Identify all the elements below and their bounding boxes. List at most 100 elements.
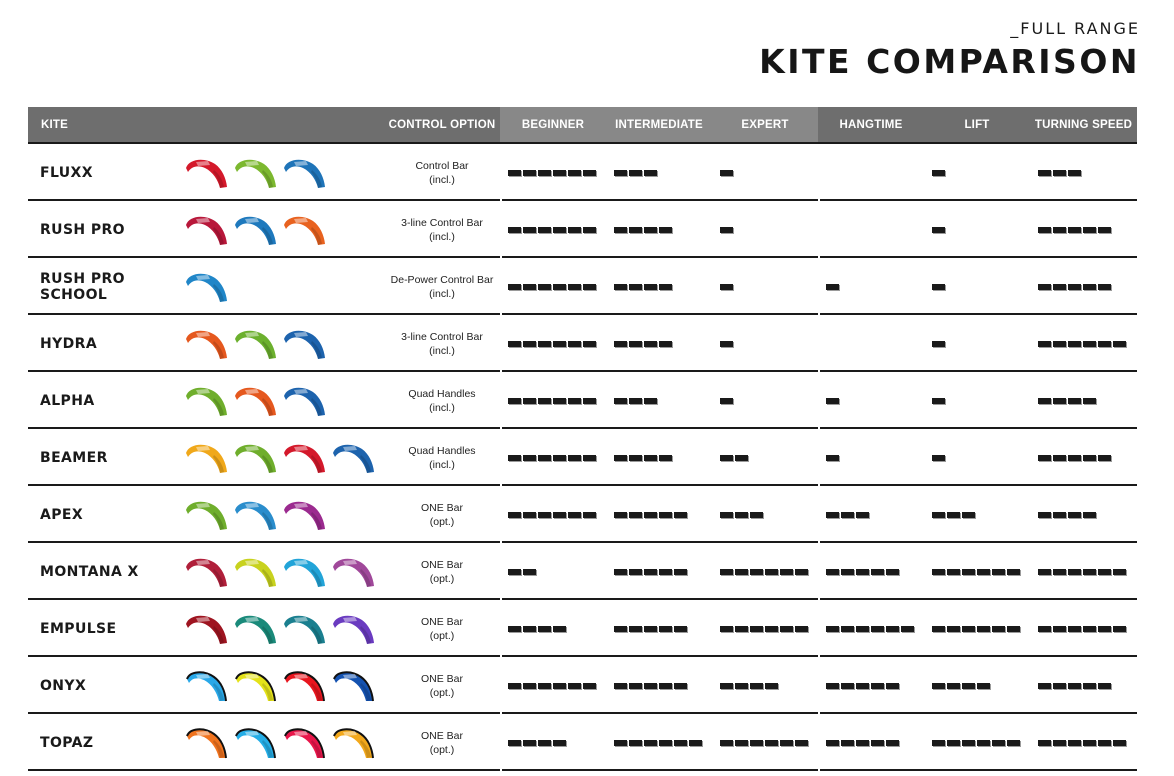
rating-segment <box>901 625 914 632</box>
kite-image-icon <box>186 216 227 245</box>
rating-beginner <box>500 315 606 372</box>
rating-lift <box>924 657 1030 714</box>
kite-name: FLUXX <box>40 164 93 181</box>
kite-color-variants <box>174 543 384 600</box>
rating-segment <box>932 169 945 176</box>
rating-segment <box>1098 682 1111 689</box>
rating-segment <box>886 568 899 575</box>
rating-segment <box>962 739 975 746</box>
rating-segment <box>826 511 839 518</box>
rating-segment <box>644 625 657 632</box>
control-option-name: 3-line Control Bar <box>401 330 483 343</box>
rating-expert <box>712 372 818 429</box>
kite-image-icon <box>284 670 325 701</box>
rating-expert <box>712 144 818 201</box>
rating-segment <box>750 682 763 689</box>
rating-segment <box>720 169 733 176</box>
rating-segment <box>508 340 521 347</box>
rating-intermediate <box>606 600 712 657</box>
rating-expert <box>712 258 818 315</box>
control-option-availability: (incl.) <box>429 458 455 471</box>
rating-segment <box>947 625 960 632</box>
rating-segment <box>932 340 945 347</box>
control-option: ONE Bar (opt.) <box>384 600 500 657</box>
rating-segment <box>992 739 1005 746</box>
rating-segment <box>1038 625 1051 632</box>
rating-segment <box>659 283 672 290</box>
rating-segment <box>553 739 566 746</box>
rating-segment <box>932 226 945 233</box>
rating-segment <box>1068 568 1081 575</box>
rating-segment <box>735 625 748 632</box>
kite-color-variants <box>174 144 384 201</box>
rating-segment <box>765 739 778 746</box>
rating-segment <box>553 283 566 290</box>
rating-segment <box>614 739 627 746</box>
rating-segment <box>1053 739 1066 746</box>
rating-segment <box>1113 568 1126 575</box>
table-row: BEAMER Quad Handles (incl.) <box>28 429 1137 486</box>
rating-segment <box>674 511 687 518</box>
kite-image-icon <box>235 444 276 473</box>
rating-segment <box>523 739 536 746</box>
rating-lift <box>924 714 1030 771</box>
rating-segment <box>523 283 536 290</box>
rating-segment <box>1068 169 1081 176</box>
rating-hangtime <box>818 201 924 258</box>
rating-segment <box>523 682 536 689</box>
kite-name: MONTANA X <box>40 563 139 580</box>
rating-segment <box>629 568 642 575</box>
kite-image-icon <box>333 727 374 758</box>
kite-color-variants <box>174 486 384 543</box>
table-row: FLUXX Control Bar (incl.) <box>28 144 1137 201</box>
rating-segment <box>583 226 596 233</box>
column-header-turning-speed: TURNING SPEED <box>1030 107 1137 142</box>
rating-segment <box>1083 682 1096 689</box>
control-option-name: De-Power Control Bar <box>390 273 494 286</box>
rating-segment <box>629 682 642 689</box>
rating-lift <box>924 543 1030 600</box>
column-header-kite: KITE <box>28 107 384 142</box>
column-header-beginner: BEGINNER <box>500 107 606 142</box>
rating-hangtime <box>818 315 924 372</box>
rating-beginner <box>500 144 606 201</box>
rating-segment <box>659 682 672 689</box>
control-option: ONE Bar (opt.) <box>384 657 500 714</box>
rating-intermediate <box>606 657 712 714</box>
kite-image-icon <box>186 273 227 302</box>
rating-segment <box>523 397 536 404</box>
rating-segment <box>735 568 748 575</box>
rating-hangtime <box>818 600 924 657</box>
rating-segment <box>1053 568 1066 575</box>
rating-segment <box>1038 226 1051 233</box>
rating-segment <box>1038 682 1051 689</box>
rating-segment <box>886 682 899 689</box>
control-option-availability: (incl.) <box>429 230 455 243</box>
rating-segment <box>568 226 581 233</box>
rating-segment <box>644 682 657 689</box>
rating-expert <box>712 600 818 657</box>
rating-segment <box>932 454 945 461</box>
kite-image-icon <box>235 727 276 758</box>
rating-segment <box>841 511 854 518</box>
kite-color-variants <box>174 429 384 486</box>
rating-segment <box>977 625 990 632</box>
kite-image-icon <box>284 615 325 644</box>
rating-segment <box>614 682 627 689</box>
rating-segment <box>1007 625 1020 632</box>
rating-beginner <box>500 657 606 714</box>
table-body: FLUXX Control Bar (incl.) RUSH PRO 3-line Co… <box>28 144 1137 771</box>
rating-segment <box>568 511 581 518</box>
kite-color-variants <box>174 600 384 657</box>
rating-segment <box>614 340 627 347</box>
rating-segment <box>962 682 975 689</box>
rating-segment <box>1053 454 1066 461</box>
rating-segment <box>1053 511 1066 518</box>
rating-segment <box>720 682 733 689</box>
kite-image-icon <box>186 670 227 701</box>
rating-intermediate <box>606 315 712 372</box>
rating-segment <box>932 397 945 404</box>
rating-segment <box>1068 397 1081 404</box>
rating-segment <box>992 568 1005 575</box>
kite-image-icon <box>235 216 276 245</box>
